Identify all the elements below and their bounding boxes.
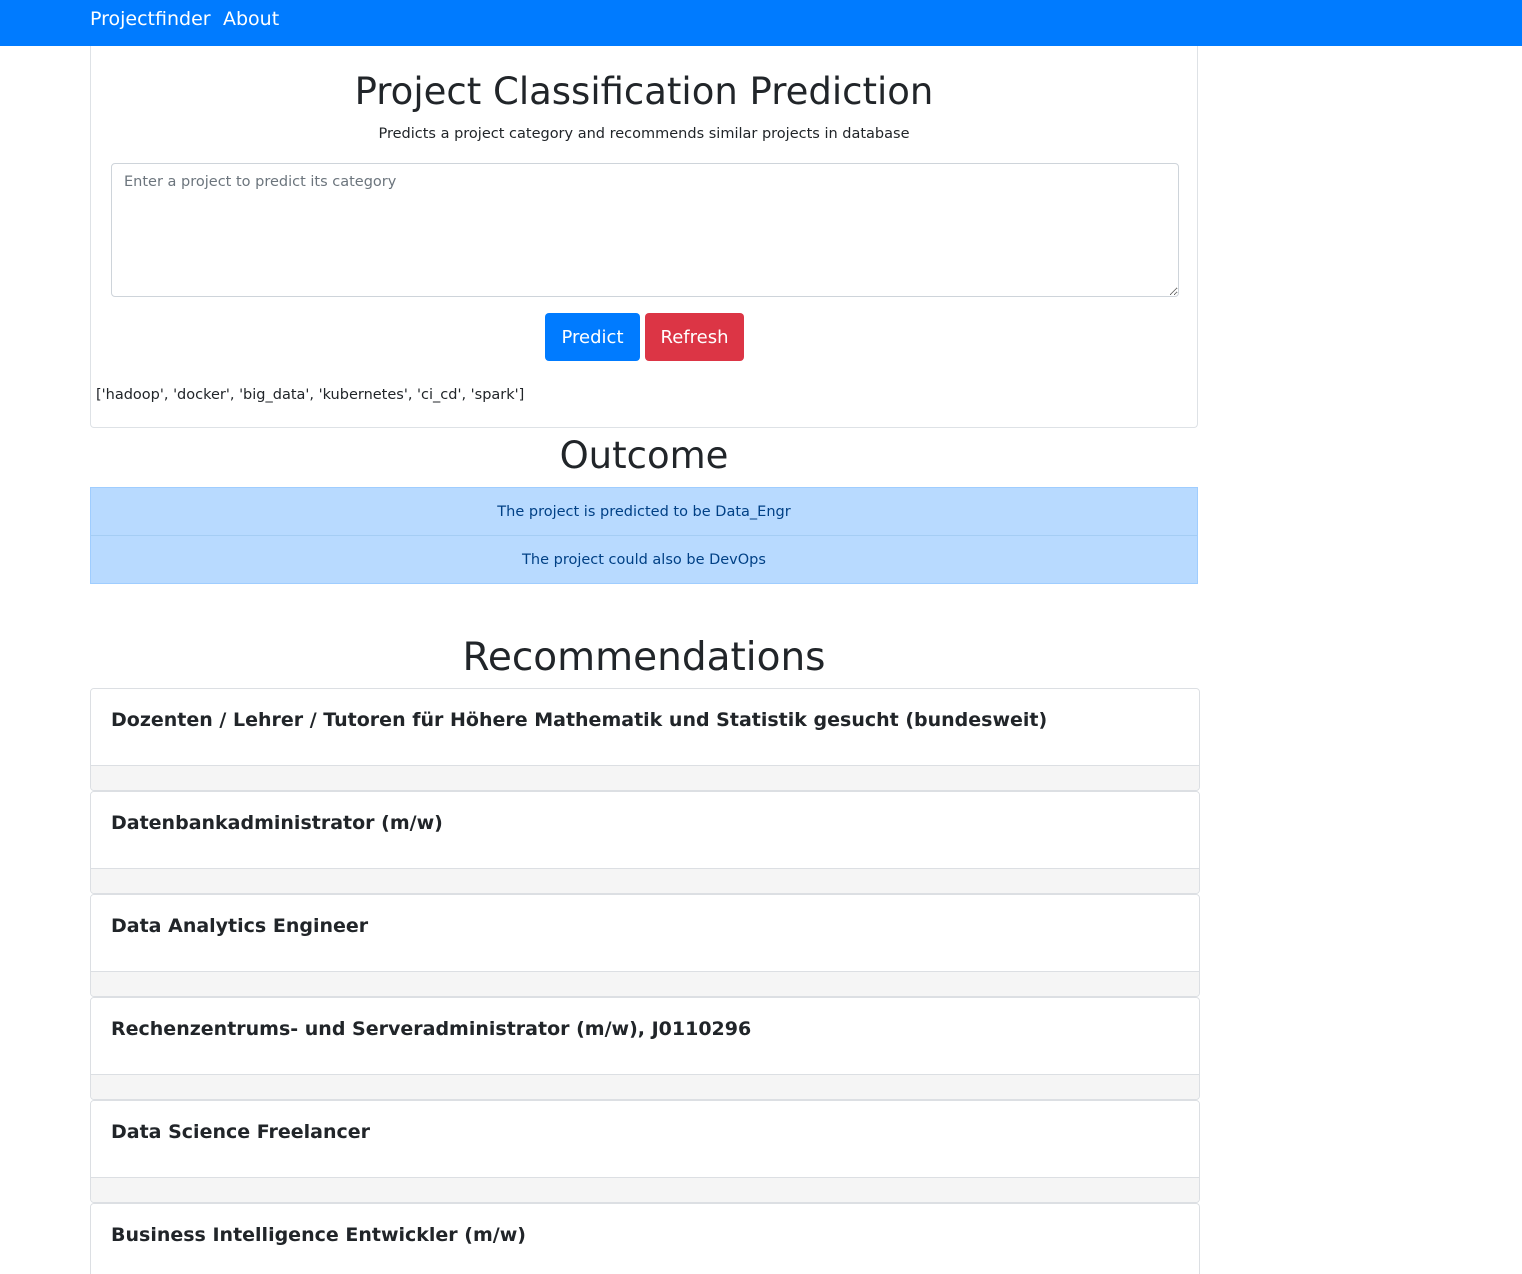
extracted-keywords-text: ['hadoop', 'docker', 'big_data', 'kubern… [96,387,525,403]
page-subtitle: Predicts a project category and recommen… [378,126,910,142]
recommendation-card: Datenbankadministrator (m/w) [90,791,1200,894]
recommendation-card-body: Data Analytics Engineer [91,895,1199,972]
recommendation-card: Data Science Freelancer [90,1100,1200,1203]
recommendation-card-footer [91,972,1199,996]
recommendation-card-body: Business Intelligence Entwickler (m/w) [91,1204,1199,1274]
recommendation-card-body: Dozenten / Lehrer / Tutoren für Höhere M… [91,689,1199,766]
recommendation-title[interactable]: Datenbankadministrator (m/w) [111,812,443,834]
recommendation-card-footer [91,766,1199,790]
recommendation-title[interactable]: Dozenten / Lehrer / Tutoren für Höhere M… [111,709,1047,731]
recommendation-card-body: Rechenzentrums- und Serveradministrator … [91,998,1199,1075]
recommendation-title[interactable]: Data Science Freelancer [111,1121,370,1143]
recommendation-title[interactable]: Business Intelligence Entwickler (m/w) [111,1224,526,1246]
recommendation-card: Rechenzentrums- und Serveradministrator … [90,997,1200,1100]
prediction-result-alert: The project is predicted to be Data_Engr [90,487,1198,536]
alternative-prediction-alert: The project could also be DevOps [90,535,1198,584]
recommendation-card-body: Datenbankadministrator (m/w) [91,792,1199,869]
outcome-heading: Outcome [559,434,729,477]
recommendation-title[interactable]: Rechenzentrums- und Serveradministrator … [111,1018,751,1040]
recommendation-card-footer [91,869,1199,893]
top-navbar: Projectfinder About [0,0,1522,46]
page-title: Project Classification Prediction [354,70,934,113]
recommendation-card: Data Analytics Engineer [90,894,1200,997]
predict-button[interactable]: Predict [545,313,640,361]
recommendation-card: Business Intelligence Entwickler (m/w) [90,1203,1200,1274]
project-description-input[interactable] [111,163,1179,297]
recommendation-card: Dozenten / Lehrer / Tutoren für Höhere M… [90,688,1200,791]
recommendation-card-footer [91,1075,1199,1099]
nav-about-link[interactable]: About [223,8,279,30]
navbar-brand-link[interactable]: Projectfinder [90,8,211,30]
prediction-form-panel: Project Classification Prediction Predic… [90,46,1198,428]
recommendations-heading: Recommendations [462,635,826,680]
recommendation-card-body: Data Science Freelancer [91,1101,1199,1178]
recommendation-card-footer [91,1178,1199,1202]
refresh-button[interactable]: Refresh [645,313,744,361]
recommendation-title[interactable]: Data Analytics Engineer [111,915,368,937]
